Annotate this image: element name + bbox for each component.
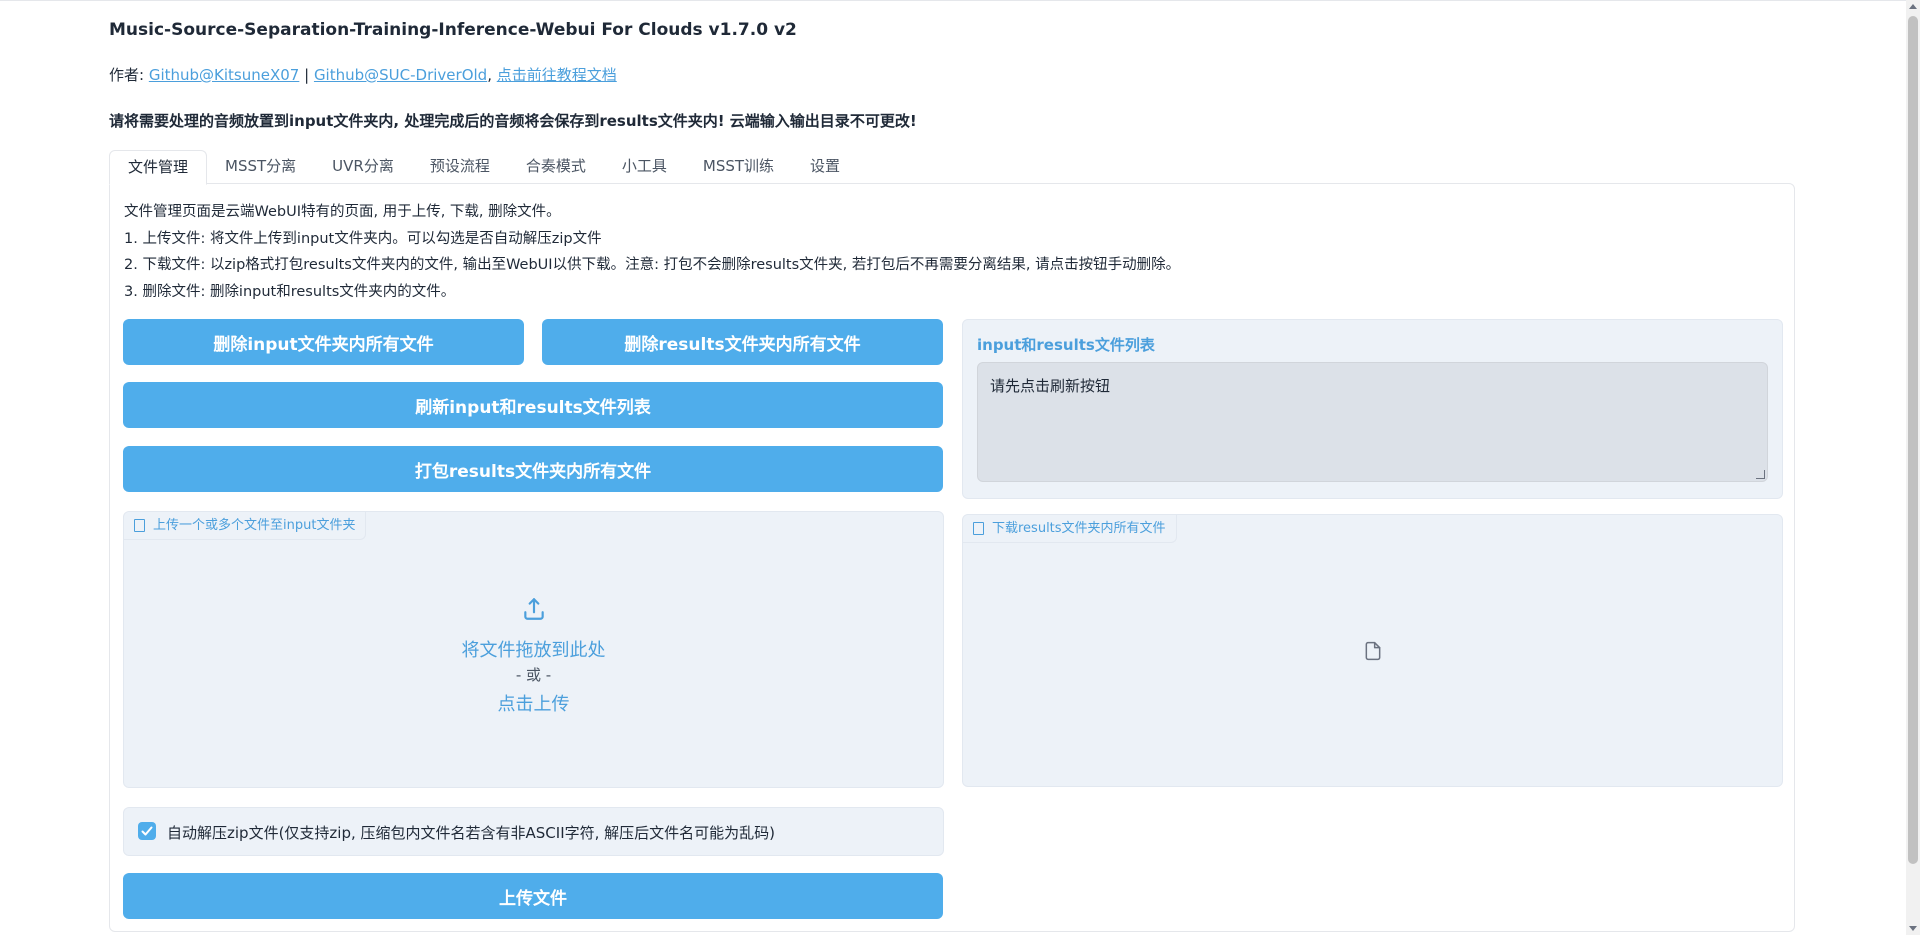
file-icon xyxy=(973,522,984,535)
tab-uvr-separation[interactable]: UVR分离 xyxy=(314,150,412,183)
author-separator: | xyxy=(299,66,314,84)
docs-link[interactable]: 点击前往教程文档 xyxy=(497,66,617,84)
author-link-suc[interactable]: Github@SUC-DriverOld xyxy=(314,66,487,84)
tab-tools[interactable]: 小工具 xyxy=(604,150,685,183)
download-label: 下载results文件夹内所有文件 xyxy=(963,515,1177,543)
empty-file-icon xyxy=(1365,641,1381,661)
click-upload-text: 点击上传 xyxy=(497,694,570,715)
delete-results-button[interactable]: 删除results文件夹内所有文件 xyxy=(542,319,943,365)
description: 文件管理页面是云端WebUI特有的页面, 用于上传, 下载, 删除文件。 1. … xyxy=(124,199,1180,305)
scroll-up-icon[interactable] xyxy=(1909,4,1917,9)
tab-preset-flow[interactable]: 预设流程 xyxy=(412,150,508,183)
description-line: 文件管理页面是云端WebUI特有的页面, 用于上传, 下载, 删除文件。 xyxy=(124,204,561,220)
author-comma: , xyxy=(487,66,497,84)
checkmark-icon xyxy=(141,826,153,836)
top-border xyxy=(0,0,1920,1)
upload-dropzone[interactable]: 将文件拖放到此处 - 或 - 点击上传 上传一个或多个文件至input文件夹 xyxy=(123,511,944,788)
scroll-thumb[interactable] xyxy=(1908,16,1918,864)
resize-grip-icon[interactable] xyxy=(1756,470,1765,479)
file-icon xyxy=(134,519,145,532)
unzip-option: 自动解压zip文件(仅支持zip, 压缩包内文件名若含有非ASCII字符, 解压… xyxy=(123,807,944,856)
tab-settings[interactable]: 设置 xyxy=(792,150,858,183)
scroll-down-icon[interactable] xyxy=(1909,926,1917,931)
author-line: 作者: Github@KitsuneX07 | Github@SUC-Drive… xyxy=(109,64,617,85)
tab-msst-training[interactable]: MSST训练 xyxy=(685,150,792,183)
description-line: 3. 删除文件: 删除input和results文件夹内的文件。 xyxy=(124,283,456,300)
page-scrollbar[interactable] xyxy=(1906,0,1920,935)
upload-click-area[interactable]: 将文件拖放到此处 - 或 - 点击上传 xyxy=(124,512,943,787)
page-title: Music-Source-Separation-Training-Inferen… xyxy=(109,20,797,40)
tab-bar: 文件管理 MSST分离 UVR分离 预设流程 合奏模式 小工具 MSST训练 设… xyxy=(109,150,858,185)
tab-ensemble-mode[interactable]: 合奏模式 xyxy=(508,150,604,183)
description-line: 1. 上传文件: 将文件上传到input文件夹内。可以勾选是否自动解压zip文件 xyxy=(124,230,602,247)
upload-label-text: 上传一个或多个文件至input文件夹 xyxy=(153,518,356,533)
download-file-block: 下载results文件夹内所有文件 xyxy=(962,514,1783,787)
or-text: - 或 - xyxy=(515,666,552,684)
pack-results-button[interactable]: 打包results文件夹内所有文件 xyxy=(123,446,943,492)
author-link-kitsune[interactable]: Github@KitsuneX07 xyxy=(149,66,300,84)
drop-text: 将文件拖放到此处 xyxy=(461,640,606,661)
upload-label: 上传一个或多个文件至input文件夹 xyxy=(124,512,367,540)
refresh-list-button[interactable]: 刷新input和results文件列表 xyxy=(123,382,943,428)
description-line: 2. 下载文件: 以zip格式打包results文件夹内的文件, 输出至WebU… xyxy=(124,257,1181,273)
upload-icon xyxy=(523,598,544,620)
file-list-textarea[interactable]: 请先点击刷新按钮 xyxy=(977,362,1768,482)
tab-msst-separation[interactable]: MSST分离 xyxy=(207,150,314,183)
file-list-value: 请先点击刷新按钮 xyxy=(990,377,1111,395)
notice-text: 请将需要处理的音频放置到input文件夹内, 处理完成后的音频将会保存到resu… xyxy=(109,112,917,130)
unzip-checkbox-label[interactable]: 自动解压zip文件(仅支持zip, 压缩包内文件名若含有非ASCII字符, 解压… xyxy=(167,822,775,843)
file-list-block: input和results文件列表 请先点击刷新按钮 xyxy=(962,319,1783,499)
file-list-label: input和results文件列表 xyxy=(977,336,1155,354)
author-prefix: 作者: xyxy=(109,66,149,84)
tab-file-management[interactable]: 文件管理 xyxy=(109,150,208,185)
file-management-panel: 文件管理页面是云端WebUI特有的页面, 用于上传, 下载, 删除文件。 1. … xyxy=(109,183,1795,932)
unzip-checkbox[interactable] xyxy=(138,822,156,840)
upload-button[interactable]: 上传文件 xyxy=(123,873,943,919)
delete-input-button[interactable]: 删除input文件夹内所有文件 xyxy=(123,319,524,365)
download-label-text: 下载results文件夹内所有文件 xyxy=(992,521,1166,536)
